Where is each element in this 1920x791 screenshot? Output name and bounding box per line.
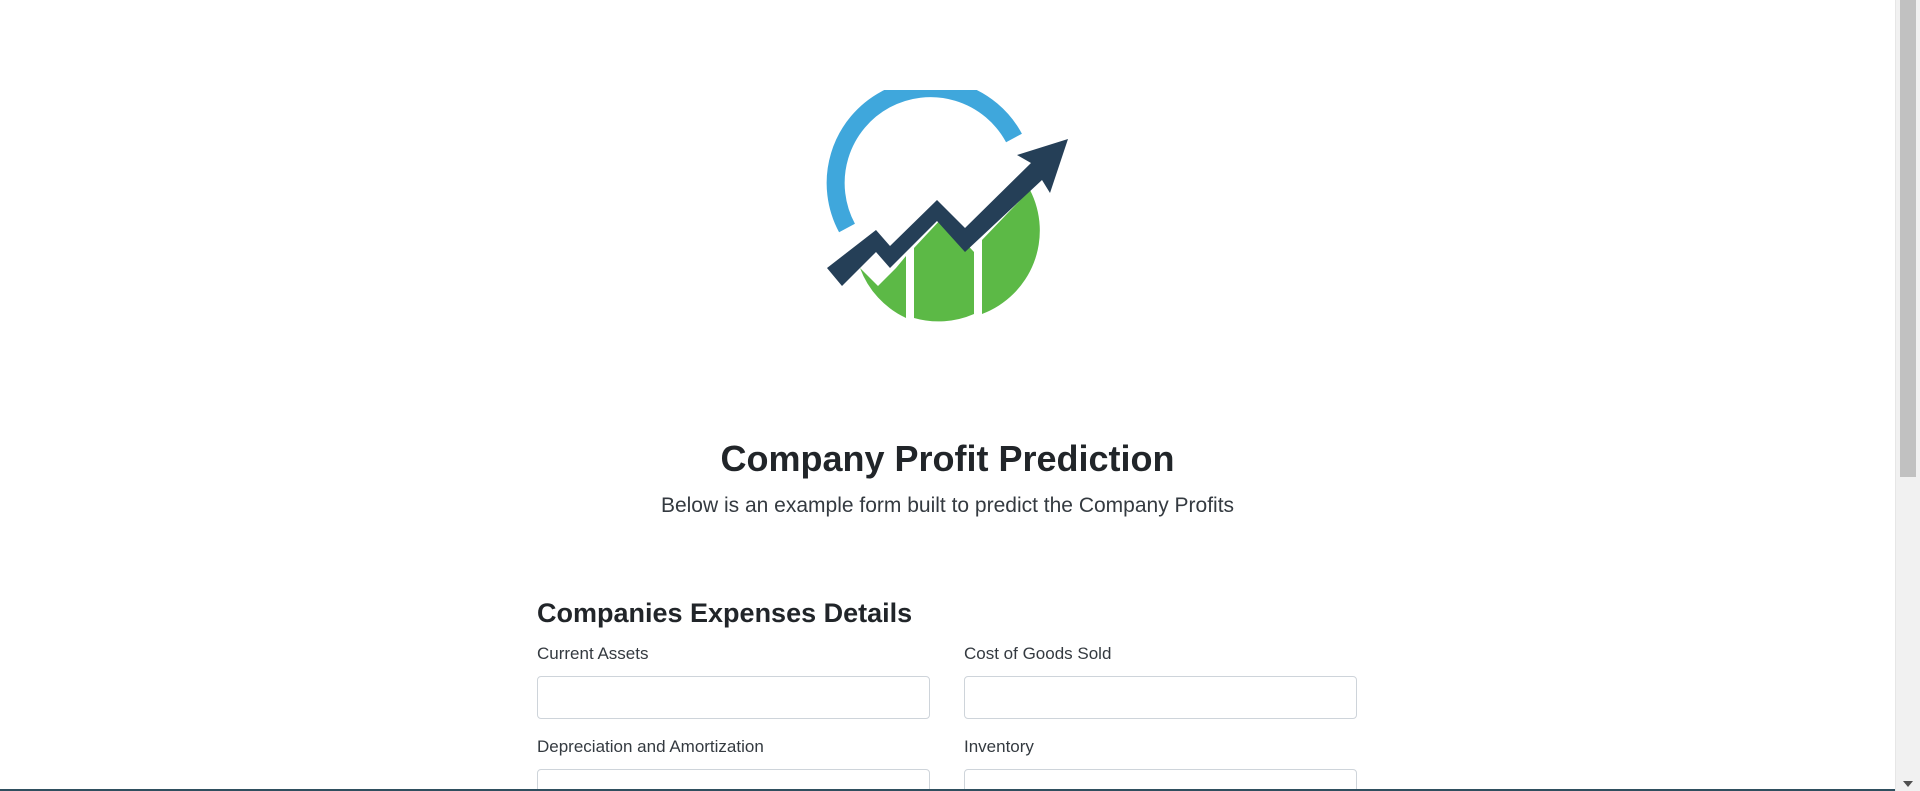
inventory-input[interactable] [964,769,1357,791]
field-current-assets: Current Assets [537,644,930,719]
cost-of-goods-sold-input[interactable] [964,676,1357,719]
field-depreciation-amortization: Depreciation and Amortization [537,737,930,791]
depreciation-amortization-input[interactable] [537,769,930,791]
scroll-down-arrow-icon[interactable] [1903,781,1913,787]
current-assets-label: Current Assets [537,644,649,663]
page-title: Company Profit Prediction [720,438,1175,479]
page: Company Profit Prediction Below is an ex… [0,0,1895,791]
depreciation-amortization-label: Depreciation and Amortization [537,737,764,756]
scrollbar-thumb[interactable] [1900,0,1916,477]
current-assets-input[interactable] [537,676,930,719]
vertical-scrollbar[interactable] [1895,0,1920,791]
logo-graphic [826,90,1068,322]
form-row: Current Assets Cost of Goods Sold [537,644,1357,719]
profit-growth-logo [820,90,1080,330]
section-heading: Companies Expenses Details [537,598,913,628]
form-row: Depreciation and Amortization Inventory [537,737,1357,791]
field-cost-of-goods-sold: Cost of Goods Sold [964,644,1357,719]
cost-of-goods-sold-label: Cost of Goods Sold [964,644,1112,663]
inventory-label: Inventory [964,737,1034,756]
expenses-form: Companies Expenses Details Current Asset… [537,596,1357,791]
field-inventory: Inventory [964,737,1357,791]
page-subtitle: Below is an example form built to predic… [660,494,1235,517]
